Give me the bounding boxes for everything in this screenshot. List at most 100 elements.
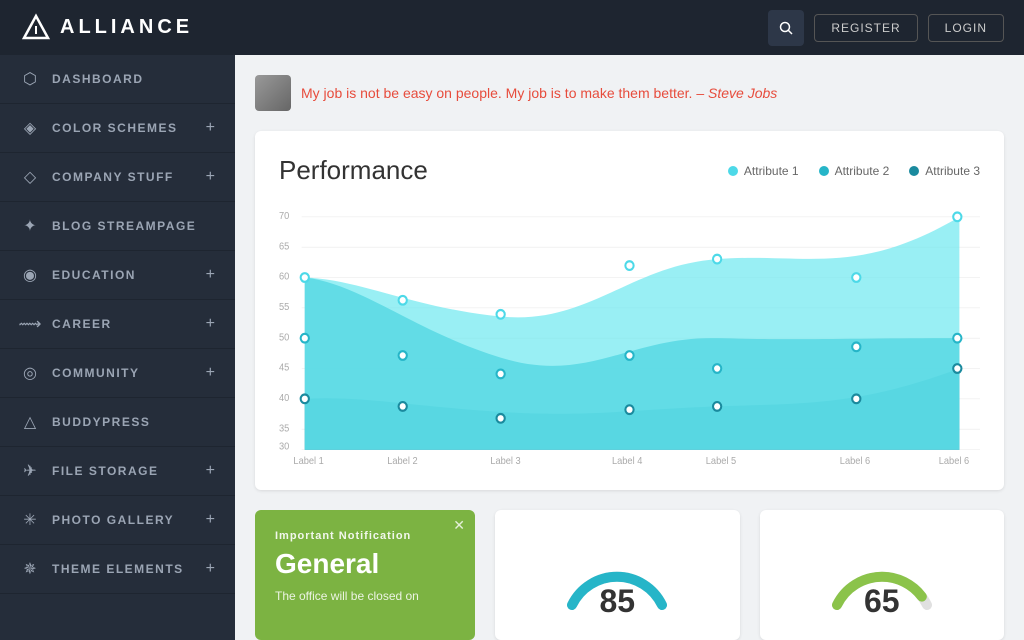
sidebar-item-left: ⟿ CAREER xyxy=(20,314,112,334)
svg-text:55: 55 xyxy=(279,302,289,313)
performance-chart-svg: 70 65 60 55 50 45 40 35 30 xyxy=(279,206,980,466)
svg-text:Label 6: Label 6 xyxy=(939,456,969,466)
sidebar-item-company-stuff[interactable]: ◇ COMPANY STUFF + xyxy=(0,153,235,202)
logo-text: ALLIANCE xyxy=(60,16,193,39)
legend-item-1: Attribute 1 xyxy=(728,164,799,178)
sidebar-label-company-stuff: COMPANY STUFF xyxy=(52,170,174,184)
logo: ALLIANCE xyxy=(20,12,193,44)
gauge-value-2: 65 xyxy=(864,583,900,620)
avatar-image xyxy=(255,75,291,111)
sidebar-label-dashboard: DASHBOARD xyxy=(52,72,144,86)
legend-item-2: Attribute 2 xyxy=(819,164,890,178)
sidebar-item-left: ✳ PHOTO GALLERY xyxy=(20,510,174,530)
sidebar-item-left: ✦ BLOG STREAMPAGE xyxy=(20,216,196,236)
sidebar-plus-community[interactable]: + xyxy=(206,364,215,382)
sidebar-label-photo-gallery: PHOTO GALLERY xyxy=(52,513,174,527)
sidebar-item-career[interactable]: ⟿ CAREER + xyxy=(0,300,235,349)
main-content: My job is not be easy on people. My job … xyxy=(235,55,1024,640)
sidebar-label-career: CAREER xyxy=(52,317,112,331)
svg-text:65: 65 xyxy=(279,241,289,252)
sidebar-label-buddypress: BUDDYPRESS xyxy=(52,415,150,429)
sidebar-item-blog-streampage[interactable]: ✦ BLOG STREAMPAGE xyxy=(0,202,235,251)
sidebar-icon-career: ⟿ xyxy=(20,314,40,334)
quote-content: My job is not be easy on people. My job … xyxy=(301,85,692,101)
gauge-card-1: 85 xyxy=(495,510,740,640)
legend-dot-2 xyxy=(819,166,829,176)
sidebar-icon-color-schemes: ◈ xyxy=(20,118,40,138)
header-right: REGISTER LOGIN xyxy=(768,10,1004,46)
quote-author: Steve Jobs xyxy=(708,85,777,101)
notification-body: The office will be closed on xyxy=(275,588,455,605)
legend-item-3: Attribute 3 xyxy=(909,164,980,178)
svg-text:Label 1: Label 1 xyxy=(293,456,323,466)
card-header: Performance Attribute 1 Attribute 2 Attr… xyxy=(279,155,980,186)
search-button[interactable] xyxy=(768,10,804,46)
sidebar-item-education[interactable]: ◉ EDUCATION + xyxy=(0,251,235,300)
sidebar-item-photo-gallery[interactable]: ✳ PHOTO GALLERY + xyxy=(0,496,235,545)
svg-text:50: 50 xyxy=(279,332,289,343)
svg-text:Label 3: Label 3 xyxy=(490,456,520,466)
notification-card: ✕ Important Notification General The off… xyxy=(255,510,475,640)
svg-text:Label 6: Label 6 xyxy=(840,456,870,466)
sidebar-item-theme-elements[interactable]: ✵ THEME ELEMENTS + xyxy=(0,545,235,594)
logo-icon xyxy=(20,12,52,44)
search-icon xyxy=(778,20,794,36)
quote-text: My job is not be easy on people. My job … xyxy=(301,85,777,101)
sidebar-item-dashboard[interactable]: ⬡ DASHBOARD xyxy=(0,55,235,104)
sidebar-item-file-storage[interactable]: ✈ FILE STORAGE + xyxy=(0,447,235,496)
legend-dot-3 xyxy=(909,166,919,176)
layout: ⬡ DASHBOARD ◈ COLOR SCHEMES + ◇ COMPANY … xyxy=(0,55,1024,640)
sidebar-label-community: COMMUNITY xyxy=(52,366,140,380)
sidebar-label-blog-streampage: BLOG STREAMPAGE xyxy=(52,219,196,233)
sidebar-item-left: ✈ FILE STORAGE xyxy=(20,461,158,481)
notification-label: Important Notification xyxy=(275,530,455,542)
sidebar-plus-education[interactable]: + xyxy=(206,266,215,284)
sidebar-icon-education: ◉ xyxy=(20,265,40,285)
card-title: Performance xyxy=(279,155,428,186)
bottom-row: ✕ Important Notification General The off… xyxy=(255,510,1004,640)
sidebar-icon-buddypress: △ xyxy=(20,412,40,432)
sidebar-plus-file-storage[interactable]: + xyxy=(206,462,215,480)
sidebar-plus-photo-gallery[interactable]: + xyxy=(206,511,215,529)
sidebar-label-education: EDUCATION xyxy=(52,268,136,282)
chart-container: 70 65 60 55 50 45 40 35 30 xyxy=(279,206,980,466)
register-button[interactable]: REGISTER xyxy=(814,14,917,42)
sidebar-plus-company-stuff[interactable]: + xyxy=(206,168,215,186)
svg-text:40: 40 xyxy=(279,393,289,404)
sidebar-item-color-schemes[interactable]: ◈ COLOR SCHEMES + xyxy=(0,104,235,153)
legend-dot-1 xyxy=(728,166,738,176)
sidebar-plus-career[interactable]: + xyxy=(206,315,215,333)
sidebar-item-left: ◎ COMMUNITY xyxy=(20,363,140,383)
gauge-card-2: 65 xyxy=(760,510,1005,640)
chart-legend: Attribute 1 Attribute 2 Attribute 3 xyxy=(728,164,980,178)
legend-label-3: Attribute 3 xyxy=(925,164,980,178)
sidebar-item-left: ◉ EDUCATION xyxy=(20,265,136,285)
sidebar-icon-photo-gallery: ✳ xyxy=(20,510,40,530)
sidebar-label-theme-elements: THEME ELEMENTS xyxy=(52,562,184,576)
quote-separator: – xyxy=(696,85,708,101)
svg-text:Label 5: Label 5 xyxy=(706,456,736,466)
sidebar-plus-theme-elements[interactable]: + xyxy=(206,560,215,578)
sidebar-plus-color-schemes[interactable]: + xyxy=(206,119,215,137)
svg-text:70: 70 xyxy=(279,211,289,222)
sidebar-item-buddypress[interactable]: △ BUDDYPRESS xyxy=(0,398,235,447)
sidebar-icon-file-storage: ✈ xyxy=(20,461,40,481)
sidebar-item-community[interactable]: ◎ COMMUNITY + xyxy=(0,349,235,398)
svg-text:30: 30 xyxy=(279,442,289,453)
quote-bar: My job is not be easy on people. My job … xyxy=(255,75,1004,111)
sidebar-label-file-storage: FILE STORAGE xyxy=(52,464,158,478)
sidebar-item-left: ✵ THEME ELEMENTS xyxy=(20,559,184,579)
svg-text:60: 60 xyxy=(279,271,289,282)
sidebar-label-color-schemes: COLOR SCHEMES xyxy=(52,121,178,135)
sidebar: ⬡ DASHBOARD ◈ COLOR SCHEMES + ◇ COMPANY … xyxy=(0,55,235,640)
performance-card: Performance Attribute 1 Attribute 2 Attr… xyxy=(255,131,1004,490)
login-button[interactable]: LOGIN xyxy=(928,14,1004,42)
legend-label-2: Attribute 2 xyxy=(835,164,890,178)
avatar xyxy=(255,75,291,111)
header: ALLIANCE REGISTER LOGIN xyxy=(0,0,1024,55)
notification-close-button[interactable]: ✕ xyxy=(453,518,465,532)
sidebar-item-left: ◇ COMPANY STUFF xyxy=(20,167,174,187)
svg-text:45: 45 xyxy=(279,362,289,373)
svg-text:Label 2: Label 2 xyxy=(387,456,417,466)
sidebar-icon-community: ◎ xyxy=(20,363,40,383)
